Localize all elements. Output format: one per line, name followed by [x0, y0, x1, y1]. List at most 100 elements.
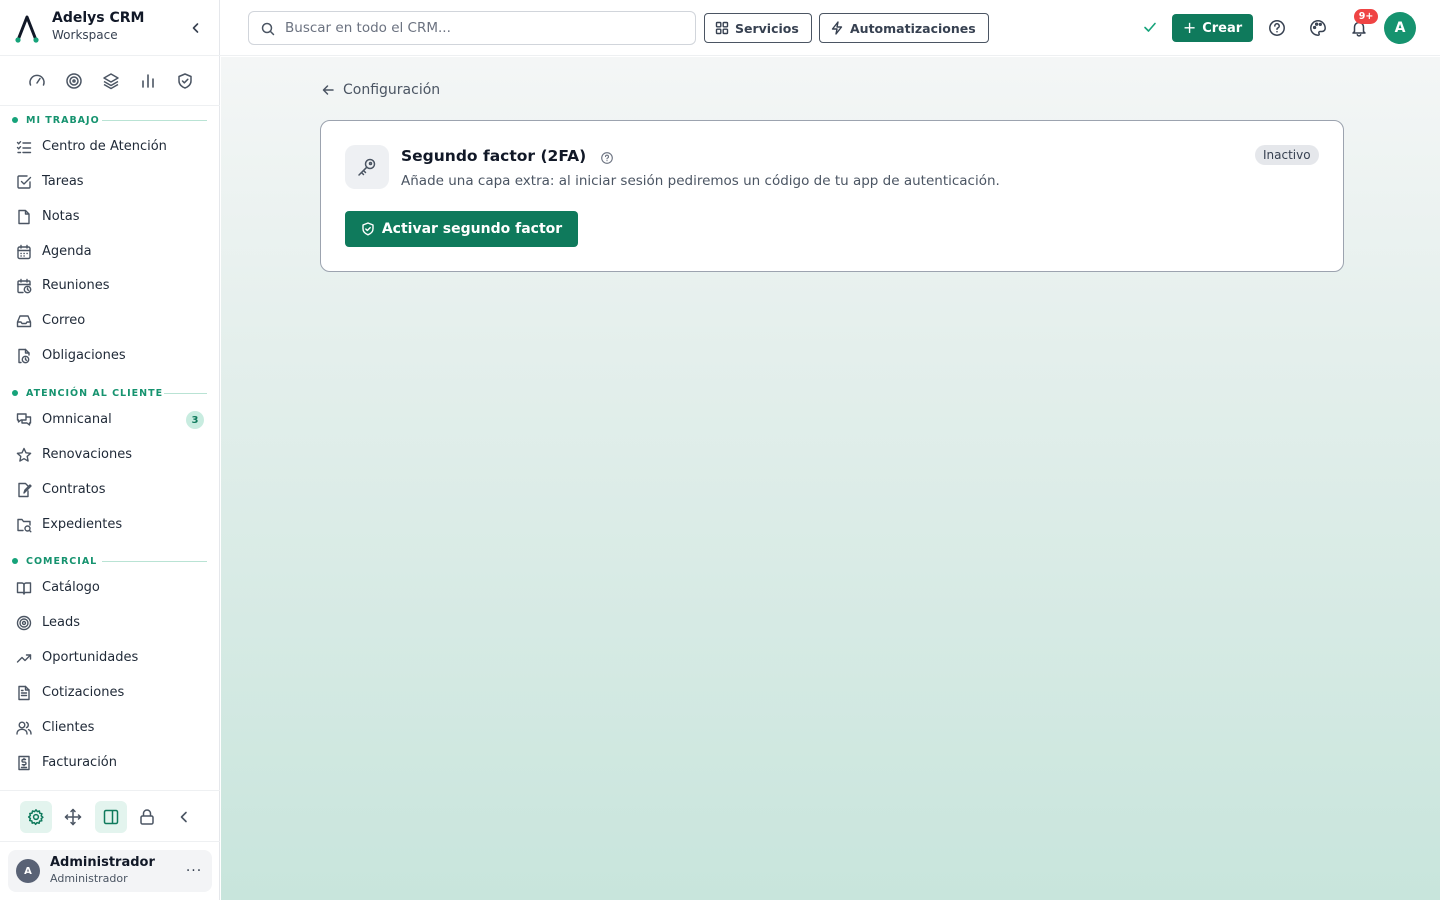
sidebar-item-label: Leads	[42, 615, 81, 630]
automations-button[interactable]: Automatizaciones	[819, 13, 989, 43]
sidebar-item-catalogo[interactable]: Catálogo	[8, 573, 212, 603]
lightning-icon	[831, 21, 843, 35]
panel-icon	[103, 809, 119, 825]
move-button[interactable]	[57, 801, 89, 833]
create-button[interactable]: + Crear	[1172, 14, 1253, 42]
help-button[interactable]	[1266, 17, 1288, 39]
notification-count-badge: 9+	[1354, 9, 1378, 24]
global-search[interactable]	[248, 11, 696, 45]
sidebar-item-label: Oportunidades	[42, 650, 139, 665]
sync-status-check-icon	[1144, 22, 1156, 32]
sidebar-item-contratos[interactable]: Contratos	[8, 475, 212, 505]
card-title: Segundo factor (2FA)	[401, 147, 587, 165]
services-button[interactable]: Servicios	[704, 13, 812, 43]
two-factor-card: Segundo factor (2FA) Añade una capa extr…	[320, 120, 1344, 272]
search-input[interactable]	[285, 12, 685, 44]
inbox-icon	[16, 313, 32, 329]
user-profile-card[interactable]: A Administrador Administrador ···	[8, 850, 212, 892]
users-icon	[16, 720, 32, 736]
reports-shortcut[interactable]	[137, 70, 159, 92]
chevron-left-icon	[192, 23, 199, 33]
sidebar-item-correo[interactable]: Correo	[8, 306, 212, 336]
sidebar-item-label: Expedientes	[42, 517, 123, 532]
back-to-settings-link[interactable]: Configuración	[321, 81, 440, 99]
sidebar-item-label: Clientes	[42, 720, 95, 735]
sidebar-item-label: Contratos	[42, 482, 106, 497]
sidebar-item-centro-atencion[interactable]: Centro de Atención	[8, 132, 212, 162]
calendar-icon	[16, 244, 32, 260]
user-menu-button[interactable]: ···	[184, 862, 204, 880]
target-icon	[66, 73, 82, 89]
arrow-left-icon	[322, 85, 334, 95]
back-link-label: Configuración	[343, 82, 441, 98]
sidebar-item-leads[interactable]: Leads	[8, 608, 212, 638]
section-header-commercial: COMERCIAL	[12, 555, 97, 567]
goals-shortcut[interactable]	[63, 70, 85, 92]
unread-count-badge: 3	[186, 411, 204, 429]
user-role: Administrador	[50, 872, 128, 885]
sidebar-item-reuniones[interactable]: Reuniones	[8, 271, 212, 301]
sidebar-item-clientes[interactable]: Clientes	[8, 713, 212, 743]
security-shortcut[interactable]	[174, 70, 196, 92]
receipt-icon	[16, 755, 32, 771]
user-avatar-button[interactable]: A	[1384, 12, 1416, 44]
bar-chart-icon	[142, 74, 154, 88]
sidebar-item-label: Correo	[42, 313, 86, 328]
chat-icon	[16, 412, 32, 428]
sidebar-item-label: Renovaciones	[42, 447, 133, 462]
shield-check-icon	[178, 73, 192, 89]
settings-button[interactable]	[20, 801, 52, 833]
sidebar-item-notas[interactable]: Notas	[8, 202, 212, 232]
sidebar-item-agenda[interactable]: Agenda	[8, 237, 212, 267]
lock-button[interactable]	[131, 801, 163, 833]
sidebar-item-renovaciones[interactable]: Renovaciones	[8, 440, 212, 470]
plus-icon: +	[1182, 17, 1197, 37]
sidebar-item-label: Notas	[42, 209, 80, 224]
help-circle-icon	[1269, 20, 1285, 36]
section-header-customer-care: ATENCIÓN AL CLIENTE	[12, 387, 163, 399]
sidebar-item-label: Omnicanal	[42, 412, 112, 427]
sidebar-footer-toolbar	[0, 790, 220, 842]
section-divider	[102, 561, 207, 562]
section-label: ATENCIÓN AL CLIENTE	[26, 387, 164, 399]
user-name: Administrador	[50, 855, 155, 870]
sidebar-item-tareas[interactable]: Tareas	[8, 167, 212, 197]
services-label: Servicios	[735, 20, 799, 36]
sidebar: Adelys CRM Workspace MI TRABAJO Centro d…	[0, 0, 220, 900]
file-icon	[16, 209, 32, 225]
calendar-clock-icon	[16, 278, 32, 294]
modules-shortcut[interactable]	[100, 70, 122, 92]
sidebar-item-label: Cotizaciones	[42, 685, 125, 700]
brand-subtitle: Workspace	[52, 28, 118, 42]
collapse-sidebar-button[interactable]	[168, 801, 200, 833]
grid-icon	[715, 21, 729, 35]
theme-button[interactable]	[1307, 17, 1329, 39]
shield-check-icon	[362, 222, 374, 236]
activate-2fa-button[interactable]: Activar segundo factor	[345, 211, 578, 247]
sidebar-item-obligaciones[interactable]: Obligaciones	[8, 341, 212, 371]
card-description: Añade una capa extra: al iniciar sesión …	[401, 173, 1000, 189]
search-icon	[261, 22, 275, 36]
sidebar-item-cotizaciones[interactable]: Cotizaciones	[8, 678, 212, 708]
palette-icon	[1310, 20, 1326, 36]
sidebar-item-omnicanal[interactable]: Omnicanal 3	[8, 405, 212, 435]
top-bar: Servicios Automatizaciones + Crear 9+ A	[220, 0, 1440, 56]
sidebar-item-label: Catálogo	[42, 580, 100, 595]
dashboard-shortcut[interactable]	[26, 70, 48, 92]
section-dot	[12, 390, 18, 396]
sidebar-item-expedientes[interactable]: Expedientes	[8, 510, 212, 540]
section-label: MI TRABAJO	[26, 114, 100, 126]
section-divider	[102, 120, 207, 121]
chevron-left-icon	[180, 811, 187, 823]
target-icon	[16, 615, 32, 631]
trending-up-icon	[16, 650, 32, 666]
panel-toggle-button[interactable]	[95, 801, 127, 833]
star-icon	[16, 447, 32, 463]
info-help-icon[interactable]	[600, 151, 614, 165]
sidebar-item-facturacion[interactable]: Facturación	[8, 748, 212, 778]
sidebar-collapse-button[interactable]	[186, 18, 206, 38]
gauge-icon	[29, 74, 45, 86]
sidebar-item-oportunidades[interactable]: Oportunidades	[8, 643, 212, 673]
brand-logo-icon	[15, 15, 39, 43]
activate-2fa-label: Activar segundo factor	[381, 221, 563, 237]
